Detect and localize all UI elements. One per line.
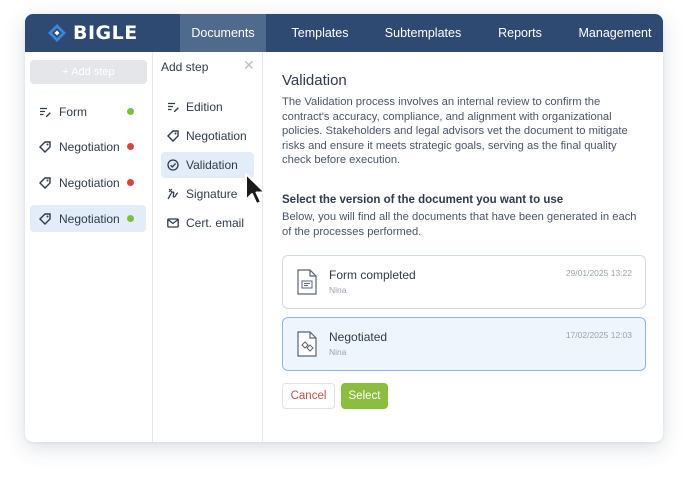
status-dot bbox=[127, 179, 134, 186]
nav-management[interactable]: Management bbox=[571, 14, 659, 52]
document-date: 17/02/2025 12:03 bbox=[565, 330, 632, 340]
step-type-signature[interactable]: Signature bbox=[161, 181, 254, 207]
step-negotiation[interactable]: Negotiation bbox=[30, 133, 146, 160]
app-window: BIGLE Documents Templates Subtemplates R… bbox=[25, 14, 663, 442]
step-label: Negotiation bbox=[59, 139, 120, 154]
form-icon bbox=[39, 106, 51, 118]
step-type-label: Cert. email bbox=[186, 216, 245, 230]
step-type-label: Negotiation bbox=[186, 129, 247, 143]
validation-description: The Validation process involves an inter… bbox=[282, 96, 628, 167]
document-name: Negotiated bbox=[329, 330, 388, 344]
form-doc-icon bbox=[297, 269, 317, 295]
document-user: Nina bbox=[329, 347, 347, 357]
step-label: Form bbox=[59, 104, 87, 119]
step-label: Negotiation bbox=[59, 175, 120, 190]
step-negotiation[interactable]: Negotiation bbox=[30, 169, 146, 196]
document-version-card-selected[interactable]: Negotiated Nina 17/02/2025 12:03 bbox=[282, 317, 646, 371]
step-type-label: Edition bbox=[186, 100, 223, 114]
nav-reports[interactable]: Reports bbox=[489, 14, 551, 52]
check-circle-icon bbox=[167, 159, 179, 171]
add-step-button[interactable]: + Add step bbox=[30, 60, 147, 84]
step-type-label: Validation bbox=[186, 158, 238, 172]
document-date: 29/01/2025 13:22 bbox=[565, 268, 632, 278]
page-title: Validation bbox=[282, 72, 347, 89]
step-type-label: Signature bbox=[186, 187, 238, 201]
add-step-title: Add step bbox=[161, 60, 209, 74]
document-name: Form completed bbox=[329, 268, 416, 282]
cancel-button[interactable]: Cancel bbox=[282, 383, 335, 409]
tag-icon bbox=[167, 130, 179, 142]
select-button[interactable]: Select bbox=[341, 383, 388, 409]
step-type-negotiation[interactable]: Negotiation bbox=[161, 123, 254, 149]
document-user: Nina bbox=[329, 285, 347, 295]
tag-icon bbox=[39, 140, 51, 153]
mail-icon bbox=[167, 217, 179, 229]
nav-templates[interactable]: Templates bbox=[281, 14, 359, 52]
tag-icon bbox=[39, 176, 51, 189]
step-type-edition[interactable]: Edition bbox=[161, 94, 254, 120]
document-version-card[interactable]: Form completed Nina 29/01/2025 13:22 bbox=[282, 255, 646, 309]
edit-icon bbox=[167, 101, 179, 113]
status-dot bbox=[127, 108, 134, 115]
mouse-cursor-icon bbox=[245, 173, 266, 205]
status-dot bbox=[127, 143, 134, 150]
close-icon[interactable]: ✕ bbox=[243, 57, 255, 74]
nav-documents[interactable]: Documents bbox=[180, 14, 266, 52]
bigle-logo[interactable]: BIGLE bbox=[47, 22, 138, 44]
logo-text: BIGLE bbox=[73, 22, 138, 44]
add-step-panel: Add step ✕ Edition Negotiation Validatio… bbox=[153, 52, 263, 442]
status-dot bbox=[127, 215, 134, 222]
step-negotiation-selected[interactable]: Negotiation bbox=[30, 205, 146, 232]
main-content: Validation The Validation process involv… bbox=[263, 52, 663, 442]
tag-icon bbox=[39, 212, 51, 225]
signature-icon bbox=[167, 188, 179, 200]
nav-subtemplates[interactable]: Subtemplates bbox=[377, 14, 469, 52]
top-navigation-bar: BIGLE Documents Templates Subtemplates R… bbox=[25, 14, 663, 52]
logo-mark-icon bbox=[48, 24, 66, 42]
step-label: Negotiation bbox=[59, 211, 120, 226]
step-type-validation[interactable]: Validation bbox=[161, 152, 254, 178]
select-version-description: Below, you will find all the documents t… bbox=[282, 211, 637, 238]
step-type-cert-email[interactable]: Cert. email bbox=[161, 210, 254, 236]
select-version-heading: Select the version of the document you w… bbox=[282, 194, 564, 206]
negotiation-doc-icon bbox=[297, 331, 317, 357]
steps-panel: + Add step Form Negotiation Negotiation bbox=[25, 52, 153, 442]
step-form[interactable]: Form bbox=[30, 98, 146, 125]
